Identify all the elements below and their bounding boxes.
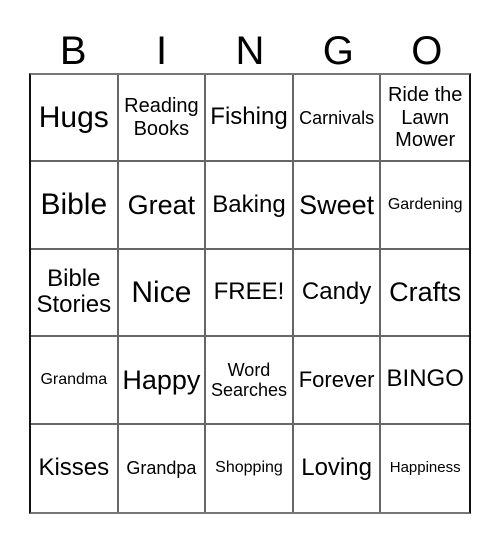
bingo-cell[interactable]: Ride the Lawn Mower	[381, 75, 469, 163]
bingo-cell[interactable]: Fishing	[206, 75, 294, 163]
bingo-cell[interactable]: Candy	[293, 249, 382, 338]
bingo-cell[interactable]: Reading Books	[118, 75, 207, 163]
bingo-cell[interactable]: Word Searches	[206, 337, 294, 425]
bingo-cell[interactable]: Shopping	[206, 424, 294, 512]
bingo-cell[interactable]: Grandma	[31, 337, 119, 425]
header-letter-i: I	[156, 29, 168, 73]
bingo-card-grid: Hugs Reading Books Fishing Carnivals Rid…	[29, 73, 471, 514]
header-letter-b: B	[59, 29, 87, 73]
bingo-header: B I N G O	[29, 28, 471, 74]
bingo-cell[interactable]: Happiness	[381, 425, 469, 512]
bingo-cell[interactable]: Crafts	[381, 250, 469, 338]
bingo-cell[interactable]: Sweet	[293, 162, 382, 250]
header-letter-g: G	[322, 29, 354, 73]
bingo-cell[interactable]: Gardening	[381, 162, 469, 250]
bingo-cell[interactable]: Forever	[293, 337, 382, 425]
bingo-cell[interactable]: Loving	[294, 424, 382, 512]
bingo-cell[interactable]: Hugs	[31, 75, 119, 163]
bingo-cell[interactable]: Grandpa	[119, 424, 207, 512]
header-letter-n: N	[235, 29, 265, 73]
bingo-cell[interactable]: Great	[118, 162, 207, 250]
bingo-cell[interactable]: Carnivals	[293, 75, 382, 163]
bingo-cell[interactable]: Nice	[118, 249, 207, 338]
header-letter-o: O	[411, 29, 443, 73]
bingo-cell[interactable]: Happy	[118, 337, 207, 425]
bingo-cell[interactable]: Baking	[206, 162, 294, 250]
bingo-cell[interactable]: Bible Stories	[31, 249, 119, 338]
bingo-cell[interactable]: Bible	[31, 162, 119, 250]
free-space-cell[interactable]: FREE!	[206, 249, 294, 338]
bingo-cell[interactable]: BINGO	[381, 337, 469, 425]
bingo-cell[interactable]: Kisses	[31, 424, 119, 512]
